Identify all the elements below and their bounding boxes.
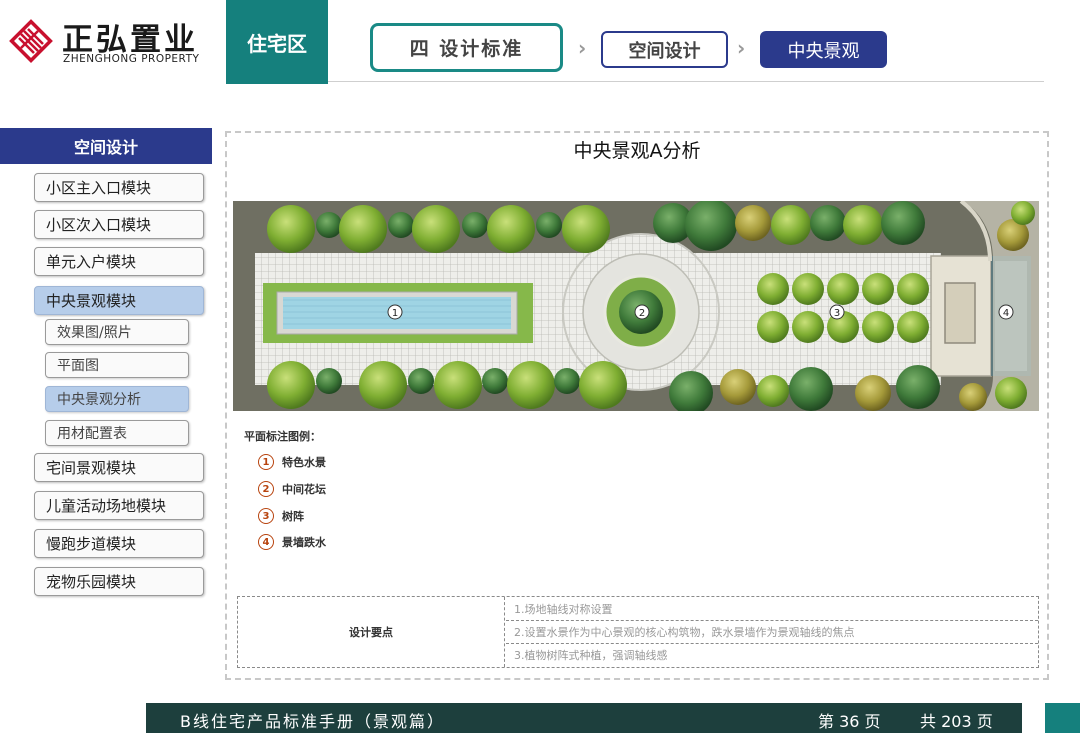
chevron-right-icon: › xyxy=(578,36,587,60)
sidebar-item-secondary-entrance[interactable]: 小区次入口模块 xyxy=(34,210,204,239)
svg-text:2: 2 xyxy=(639,308,645,319)
legend-item: 1 特色水景 xyxy=(258,453,326,471)
landscape-plan-image: 1 2 3 4 xyxy=(233,201,1039,411)
legend-label: 中间花坛 xyxy=(282,483,326,496)
legend-number: 1 xyxy=(258,454,274,470)
legend-label: 景墙跌水 xyxy=(282,536,326,549)
sidebar-item-unit-entry[interactable]: 单元入户模块 xyxy=(34,247,204,276)
plan-marker-3: 3 xyxy=(829,304,845,320)
sidebar-item-residential-landscape[interactable]: 宅间景观模块 xyxy=(34,453,204,482)
plan-marker-2: 2 xyxy=(634,304,650,320)
legend-item: 2 中间花坛 xyxy=(258,480,326,498)
page-total: 共 203 页 xyxy=(920,712,993,731)
svg-text:1: 1 xyxy=(392,308,398,319)
legend-number: 4 xyxy=(258,534,274,550)
sidebar-subitem-analysis[interactable]: 中央景观分析 xyxy=(45,386,189,412)
design-points-table: 设计要点 1.场地轴线对称设置 2.设置水景作为中心景观的核心构筑物，跌水景墙作… xyxy=(237,596,1039,668)
sidebar-title[interactable]: 空间设计 xyxy=(0,128,212,164)
chevron-right-icon: › xyxy=(737,36,746,60)
legend-title: 平面标注图例： xyxy=(244,430,321,443)
legend-label: 树阵 xyxy=(282,510,304,523)
sidebar-item-jogging-path[interactable]: 慢跑步道模块 xyxy=(34,529,204,558)
logo-icon xyxy=(9,19,53,63)
legend-label: 特色水景 xyxy=(282,456,326,469)
design-point-row: 2.设置水景作为中心景观的核心构筑物，跌水景墙作为景观轴线的焦点 xyxy=(506,620,1038,643)
design-point-row: 3.植物树阵式种植，强调轴线感 xyxy=(506,643,1038,666)
page-title: 中央景观A分析 xyxy=(573,140,701,162)
legend-number: 3 xyxy=(258,508,274,524)
header-divider xyxy=(328,81,1044,82)
sidebar-item-main-entrance[interactable]: 小区主入口模块 xyxy=(34,173,204,202)
footer-accent xyxy=(1045,703,1080,733)
breadcrumb-current[interactable]: 中央景观 xyxy=(760,31,887,68)
svg-text:4: 4 xyxy=(1003,308,1009,319)
design-point-row: 1.场地轴线对称设置 xyxy=(514,602,613,616)
breadcrumb-chapter[interactable]: 四 设计标准 xyxy=(370,23,563,72)
sidebar-item-central-landscape[interactable]: 中央景观模块 xyxy=(34,286,204,315)
sidebar-item-children-play[interactable]: 儿童活动场地模块 xyxy=(34,491,204,520)
legend-number: 2 xyxy=(258,481,274,497)
sidebar-item-pet-park[interactable]: 宠物乐园模块 xyxy=(34,567,204,596)
legend-item: 3 树阵 xyxy=(258,507,304,525)
breadcrumb-sub[interactable]: 空间设计 xyxy=(601,31,728,68)
logo-subtext: ZHENGHONG PROPERTY xyxy=(63,53,200,65)
footer-manual-title: B线住宅产品标准手册（景观篇） xyxy=(180,712,445,731)
section-tab[interactable]: 住宅区 xyxy=(226,0,328,84)
page-number: 第 36 页 xyxy=(818,712,881,731)
design-points-heading: 设计要点 xyxy=(238,597,505,667)
svg-text:3: 3 xyxy=(834,308,840,319)
sidebar-subitem-plan[interactable]: 平面图 xyxy=(45,352,189,378)
legend-item: 4 景墙跌水 xyxy=(258,533,326,551)
sidebar-subitem-materials[interactable]: 用材配置表 xyxy=(45,420,189,446)
plan-marker-1: 1 xyxy=(387,304,403,320)
plan-marker-4: 4 xyxy=(998,304,1014,320)
sidebar-subitem-renderings[interactable]: 效果图/照片 xyxy=(45,319,189,345)
